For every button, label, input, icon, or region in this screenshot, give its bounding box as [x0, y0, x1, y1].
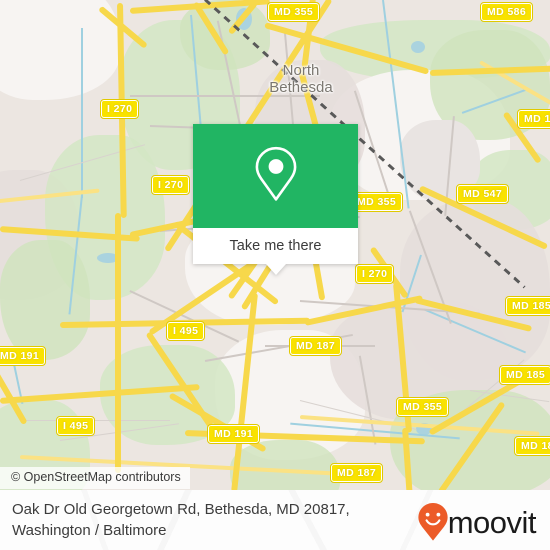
popup-marker-area — [193, 124, 358, 228]
highway-shield: MD 191 — [206, 424, 261, 444]
take-me-there-button[interactable]: Take me there — [193, 228, 358, 264]
take-me-there-label: Take me there — [229, 238, 322, 254]
highway-shield: MD 547 — [455, 184, 510, 204]
highway-shield: I 270 — [150, 175, 191, 195]
map-landuse-area — [0, 0, 120, 100]
highway-shield: MD 355 — [395, 397, 450, 417]
moovit-wordmark: moovit — [447, 504, 537, 540]
highway-shield: MD 185 — [504, 296, 550, 316]
highway-shield: MD 185 — [498, 365, 550, 385]
highway-shield: MD 187 — [288, 336, 343, 356]
highway-shield: I 495 — [165, 321, 206, 341]
highway-shield: MD 355 — [266, 2, 321, 22]
map-canvas[interactable]: North Bethesda MD 355 MD 586 I 270 MD 1 … — [0, 0, 550, 490]
map-landuse-area — [0, 240, 90, 360]
highway-shield: I 270 — [99, 99, 140, 119]
osm-attribution-text: © OpenStreetMap contributors — [11, 470, 181, 484]
map-screenshot: North Bethesda MD 355 MD 586 I 270 MD 1 … — [0, 0, 550, 550]
map-place-label: North Bethesda — [269, 62, 333, 96]
highway-shield: MD 187 — [329, 463, 384, 483]
moovit-logo[interactable]: moovit — [418, 503, 537, 541]
map-pin-icon — [253, 145, 299, 208]
highway-shield: MD 586 — [479, 2, 534, 22]
osm-attribution[interactable]: © OpenStreetMap contributors — [0, 467, 190, 489]
map-landuse-area — [230, 440, 340, 490]
map-stream — [81, 28, 83, 198]
map-motorway — [115, 213, 121, 473]
map-minor-road — [20, 420, 170, 422]
highway-shield: MD 1 — [517, 109, 550, 129]
highway-shield: MD 355 — [349, 192, 404, 212]
highway-shield: I 495 — [55, 416, 96, 436]
map-water-body — [411, 41, 425, 53]
moovit-pin-smile-icon — [418, 503, 448, 541]
popup-pointer-tail — [265, 264, 286, 275]
location-address: Oak Dr Old Georgetown Rd, Bethesda, MD 2… — [12, 501, 350, 539]
highway-shield: MD 18 — [514, 436, 550, 456]
highway-shield: MD 191 — [0, 346, 47, 366]
highway-shield: I 270 — [354, 264, 395, 284]
location-popup-card[interactable]: Take me there — [193, 124, 358, 275]
